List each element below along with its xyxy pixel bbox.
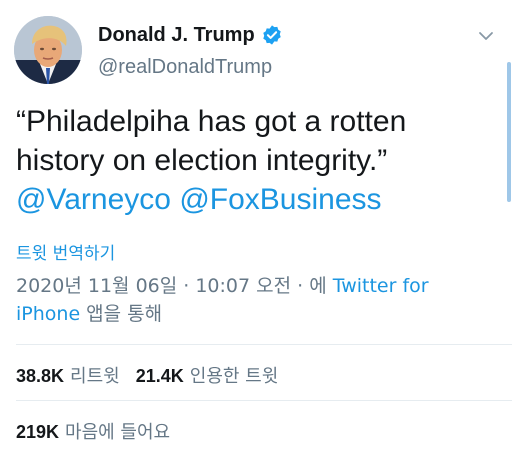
tweet-mentions: @Varneyco @FoxBusiness — [16, 180, 486, 219]
tweet-text-line-1: “Philadelpiha has got a rotten — [16, 105, 407, 138]
mention-link[interactable]: @FoxBusiness — [179, 183, 381, 216]
avatar-image — [14, 16, 82, 84]
like-label[interactable]: 마음에 들어요 — [65, 418, 170, 444]
like-stats: 219K 마음에 들어요 — [16, 418, 186, 444]
verified-badge-icon — [261, 24, 283, 46]
chevron-down-icon[interactable] — [478, 28, 494, 44]
mention-link[interactable]: @Varneyco — [16, 183, 171, 216]
avatar[interactable] — [14, 16, 82, 84]
quote-label[interactable]: 인용한 트윗 — [190, 362, 279, 388]
scrollbar[interactable] — [507, 62, 511, 202]
quote-count[interactable]: 21.4K — [136, 366, 184, 387]
tweet-header: Donald J. Trump @realDonaldTrump — [98, 22, 283, 80]
source-suffix: 앱을 통해 — [80, 303, 163, 325]
user-handle[interactable]: @realDonaldTrump — [98, 54, 283, 80]
engagement-stats: 38.8K 리트윗 21.4K 인용한 트윗 — [16, 362, 294, 388]
divider — [16, 344, 512, 345]
divider — [16, 400, 512, 401]
translate-tweet-link[interactable]: 트윗 번역하기 — [16, 239, 115, 264]
name-row: Donald J. Trump — [98, 22, 283, 48]
tweet-text: “Philadelpiha has got a rotten history o… — [16, 102, 486, 219]
like-count[interactable]: 219K — [16, 422, 59, 443]
retweet-label[interactable]: 리트윗 — [70, 362, 120, 388]
tweet-text-line-2: history on election integrity.” — [16, 144, 388, 177]
display-name[interactable]: Donald J. Trump — [98, 22, 255, 48]
timestamp[interactable]: 2020년 11월 06일 · 10:07 오전 · 에 — [16, 275, 333, 297]
tweet-meta: 2020년 11월 06일 · 10:07 오전 · 에 Twitter for… — [16, 272, 486, 328]
retweet-count[interactable]: 38.8K — [16, 366, 64, 387]
tweet-detail: Donald J. Trump @realDonaldTrump “Philad… — [0, 0, 512, 450]
